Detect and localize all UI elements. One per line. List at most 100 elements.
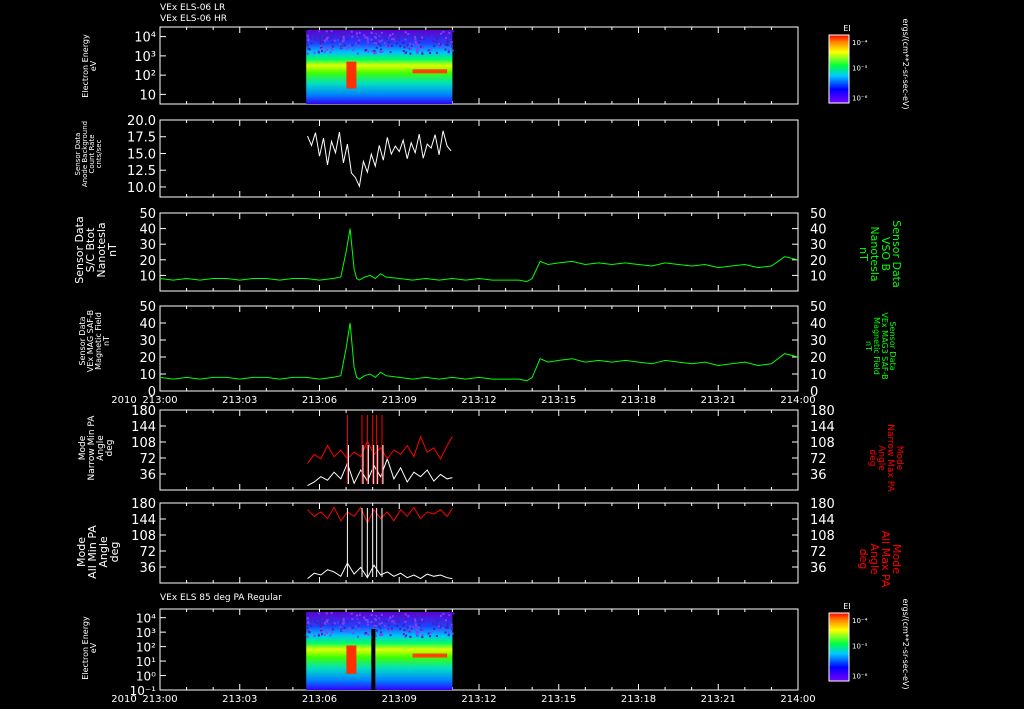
panel7-spectrogram-noise-pixel [452, 612, 455, 615]
panel7-spectrogram-noise-pixel [321, 633, 324, 636]
panel7-spectrogram-noise-pixel [389, 619, 392, 622]
panel1-spectrogram-noise-pixel [391, 33, 394, 36]
y-tick-label-right: 20 [810, 351, 827, 366]
panel7-spectrogram-noise-pixel [386, 620, 389, 623]
panel1-spectrogram-noise-pixel [324, 46, 327, 49]
panel7-spectrogram-noise-pixel [366, 619, 369, 622]
panel7-spectrogram-noise-pixel [429, 635, 432, 638]
panel1-spectrogram-noise-pixel [412, 43, 415, 46]
panel7-spectrogram-noise-pixel [414, 624, 417, 627]
panel7-spectrogram-noise-pixel [404, 618, 407, 621]
panel1-spectrogram-noise-pixel [421, 52, 424, 55]
btot-line [159, 228, 799, 283]
panel7-spectrogram-noise-pixel [433, 627, 436, 630]
y-tick-label-right: 10 [810, 269, 827, 284]
y-tick-label: 10³ [134, 50, 156, 65]
panel7-spectrogram-noise-pixel [364, 618, 367, 621]
panel1-spectrogram-noise-pixel [358, 39, 361, 42]
panel1-spectrogram-noise-pixel [395, 38, 398, 41]
panel1-spectrogram-noise-pixel [313, 38, 316, 41]
panel1-spectrogram-noise-pixel [370, 31, 373, 34]
y-tick-label-right: 36 [810, 468, 827, 483]
panel1-spectrogram-noise-pixel [414, 42, 417, 45]
panel1-spectrogram-noise-pixel [306, 52, 309, 55]
panel1-spectrogram-noise-pixel [357, 42, 360, 45]
panel7-spectrogram-noise-pixel [437, 625, 440, 628]
panel7-spectrogram-noise-pixel [445, 612, 448, 615]
panel7-spectrogram-noise-pixel [375, 625, 378, 628]
panel7-spectrogram-noise-pixel [343, 627, 346, 630]
y-tick-label-right: 30 [810, 238, 827, 253]
colorbar2-tick: 10⁻⁶ [852, 673, 868, 681]
panel7-spectrogram-noise-pixel [397, 618, 400, 621]
panel1-spectrogram-noise-pixel [367, 50, 370, 53]
y-tick-label: 144 [131, 420, 156, 435]
panel7-spectrogram-noise-pixel [407, 615, 410, 618]
panel7-spectrogram-noise-pixel [342, 619, 345, 622]
panel7-spectrogram-noise-pixel [442, 612, 445, 615]
y-tick-label: 17.5 [127, 131, 156, 146]
panel1-spectrogram-noise-pixel [389, 51, 392, 54]
y-tick-label: 50 [139, 300, 156, 315]
y-tick-label: 10⁴ [134, 31, 156, 46]
panel7-spectrogram-noise-pixel [404, 620, 407, 623]
y-tick-label: 36 [139, 561, 156, 576]
y-tick-label: 50 [139, 207, 156, 222]
panel7-spectrogram-noise-pixel [325, 612, 328, 615]
panel1-spectrogram-noise-pixel [354, 30, 357, 33]
panel7-spectrogram-noise-pixel [323, 619, 326, 622]
panel7-spectrogram-noise-pixel [318, 613, 321, 616]
panel7-spectrogram-noise-pixel [306, 627, 309, 630]
x-tick-label: 213:15 [541, 395, 576, 406]
panel1-spectrogram-noise-pixel [355, 32, 358, 35]
y-tick-label: 10² [136, 641, 156, 655]
panel1-spectrogram-noise-pixel [432, 40, 435, 43]
count-rate-line [307, 130, 452, 189]
panel7-spectrogram-noise-pixel [347, 612, 350, 615]
panel7-spectrogram-noise-pixel [414, 620, 417, 623]
panel1-spectrogram-noise-pixel [343, 44, 346, 47]
panel1-spectrogram-noise-pixel [405, 33, 408, 36]
panel1-spectrogram-noise-pixel [339, 43, 342, 46]
y-tick-label: 108 [131, 529, 156, 544]
panel-frame-1 [159, 26, 799, 105]
panel7-spectrogram-noise-pixel [432, 622, 435, 625]
x-tick-label: 213:18 [621, 694, 656, 705]
panel7-spectrogram-noise-pixel [429, 631, 432, 634]
panel1-spectrogram-noise-pixel [386, 37, 389, 40]
panel1-spectrogram-noise-pixel [421, 36, 424, 39]
y-tick-label: 10 [139, 88, 156, 103]
panel1-spectrogram-noise-pixel [447, 48, 450, 51]
panel1-spectrogram-noise-pixel [318, 31, 321, 34]
panel1-spectrogram-noise-pixel [401, 33, 404, 36]
panel1-spectrogram-noise-pixel [309, 37, 312, 40]
panel7-spectrogram-noise-pixel [412, 626, 415, 629]
panel7-spectrogram-noise-pixel [396, 625, 399, 628]
y-tick-label: 180 [131, 497, 156, 512]
y-tick-label-right: 72 [810, 545, 827, 560]
panel-frame-4 [159, 305, 799, 392]
panel7-spectrogram-noise-pixel [306, 617, 309, 620]
panel7-spectrogram-noise-pixel [377, 625, 380, 628]
panel1-spectrogram-noise-pixel [389, 36, 392, 39]
y-tick-label: 30 [139, 334, 156, 349]
panel7-spectrogram-noise-pixel [427, 616, 430, 619]
panel7-spectrogram-noise-pixel [448, 616, 451, 619]
panel1-spectrogram-noise-pixel [437, 36, 440, 39]
panel7-spectrogram-noise-pixel [379, 627, 382, 630]
panel7-spectrogram-noise-pixel [417, 620, 420, 623]
y-tick-label-right: 20 [810, 254, 827, 269]
panel1-spectrogram-band-red [412, 69, 448, 74]
panel1-spectrogram-noise-pixel [342, 39, 345, 42]
panel1-spectrogram-noise-pixel [433, 45, 436, 48]
panel-frame-2 [159, 119, 799, 198]
panel7-spectrogram-noise-pixel [313, 620, 316, 623]
panel7-spectrogram-noise-pixel [440, 614, 443, 617]
panel1-spectrogram-noise-pixel [385, 45, 388, 48]
panel1-spectrogram-noise-pixel [398, 38, 401, 41]
colorbar2 [828, 612, 850, 682]
panel7-spectrogram-noise-pixel [341, 629, 344, 632]
panel1-spectrogram-noise-pixel [403, 46, 406, 49]
panel1-spectrogram-noise-pixel [404, 31, 407, 34]
x-tick-label: 213:21 [701, 694, 736, 705]
